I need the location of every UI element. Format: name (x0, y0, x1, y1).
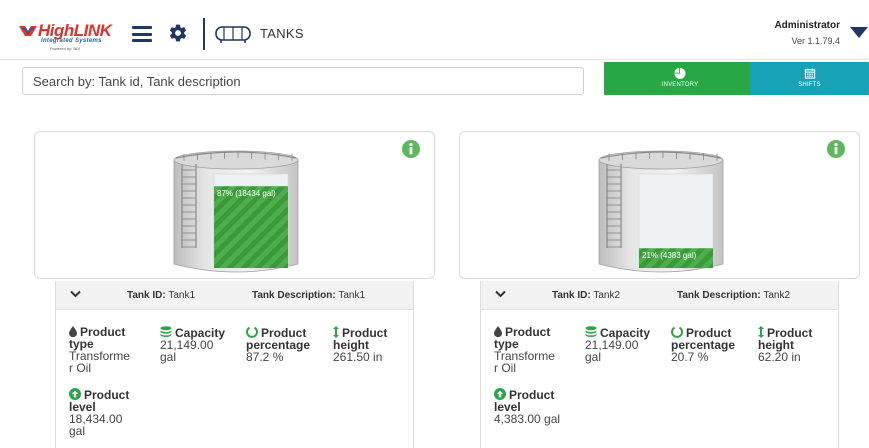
user-name[interactable]: Administrator (700, 20, 840, 31)
product-type-field: Product type Transforme r Oil (494, 326, 560, 374)
product-height-label: Product height (333, 326, 388, 352)
product-height-label: Product height (758, 326, 813, 352)
product-type-label: Product type (494, 325, 551, 351)
tank-card[interactable]: 87% (18434 gal) (34, 131, 435, 279)
arrow-up-circle-icon (494, 388, 506, 400)
tank-description-label: Tank Description: (252, 290, 336, 301)
product-percentage-field: Product percentage 87.2 % (246, 326, 322, 363)
tank-description-value: Tank2 (763, 290, 791, 301)
tank-details-header[interactable]: Tank ID: Tank2 Tank Description: Tank2 (481, 281, 838, 310)
tank-details-panel: Tank ID: Tank2 Tank Description: Tank2 P… (480, 281, 839, 448)
tank-id-label: Tank ID: (552, 290, 591, 301)
chevron-down-icon[interactable] (70, 290, 81, 298)
capacity-value: 21,149.00 gal (160, 338, 214, 364)
hamburger-icon[interactable] (132, 26, 152, 42)
product-height-field: Product height 62.20 in (758, 326, 838, 363)
app-version: Ver 1.1.79.4 (791, 36, 840, 46)
product-height-value: 261.50 in (333, 350, 383, 364)
arrow-up-circle-icon (69, 388, 81, 400)
product-level-value: 18,434.00 gal (69, 412, 123, 438)
tank-roof (598, 150, 724, 170)
product-percentage-field: Product percentage 20.7 % (671, 326, 747, 363)
tank-icon (215, 26, 251, 43)
tank-description-field: Tank Description: Tank2 (677, 290, 790, 301)
product-level-field: Product level 4,383.00 gal (494, 388, 564, 425)
circle-notch-icon (246, 326, 258, 338)
database-icon (160, 326, 172, 337)
tank-id-label: Tank ID: (127, 290, 166, 301)
arrows-vertical-icon (333, 326, 339, 338)
capacity-value: 21,149.00 gal (585, 338, 639, 364)
gear-icon[interactable] (168, 23, 188, 43)
chevron-down-icon[interactable] (495, 290, 506, 298)
tank-details-panel: Tank ID: Tank1 Tank Description: Tank1 P… (55, 281, 414, 448)
app-header: HighLINK Integrated Systems Powered by: … (0, 0, 869, 60)
capacity-field: Capacity 21,149.00 gal (585, 326, 655, 363)
logo-powered-by: Powered by: BDI (50, 46, 81, 51)
info-icon[interactable] (827, 140, 845, 158)
inventory-button[interactable]: INVENTORY (604, 62, 756, 95)
tank-details-header[interactable]: Tank ID: Tank1 Tank Description: Tank1 (56, 281, 413, 310)
inventory-label: INVENTORY (661, 82, 699, 88)
product-percentage-value: 20.7 % (671, 350, 709, 364)
shifts-button[interactable]: SHIFTS (750, 62, 869, 95)
tank-card[interactable]: 21% (4383 gal) (459, 131, 860, 279)
tank-fill-label: 87% (18434 gal) (217, 189, 276, 199)
logo-subtext: Integrated Systems (41, 38, 102, 44)
database-icon (585, 326, 597, 337)
logo-mark-icon (19, 26, 37, 36)
tank-fill-label: 21% (4383 gal) (642, 251, 697, 261)
product-level-field: Product level 18,434.00 gal (69, 388, 139, 437)
tank-id-value: Tank1 (168, 290, 196, 301)
info-icon[interactable] (402, 140, 420, 158)
tank-description-label: Tank Description: (677, 290, 761, 301)
droplet-icon (69, 326, 77, 337)
tank-id-field: Tank ID: Tank2 (552, 290, 620, 301)
product-level-value: 4,383.00 gal (494, 412, 561, 426)
chevron-down-icon[interactable] (850, 27, 868, 38)
calendar-icon (804, 68, 815, 79)
tank-description-field: Tank Description: Tank1 (252, 290, 365, 301)
search-input[interactable] (22, 67, 584, 95)
page-title: TANKS (260, 26, 304, 41)
product-type-label: Product type (69, 325, 126, 351)
pie-chart-icon (674, 68, 686, 79)
product-height-field: Product height 261.50 in (333, 326, 413, 363)
tank-id-field: Tank ID: Tank1 (127, 290, 195, 301)
product-type-value: Transforme r Oil (494, 349, 555, 375)
circle-notch-icon (671, 326, 683, 338)
product-height-value: 62.20 in (758, 350, 801, 364)
highlink-logo[interactable]: HighLINK Integrated Systems Powered by: … (18, 21, 120, 57)
tank-fill-bar (214, 186, 288, 268)
tank-id-value: Tank2 (593, 290, 621, 301)
tank-roof (173, 150, 299, 170)
capacity-field: Capacity 21,149.00 gal (160, 326, 230, 363)
arrows-vertical-icon (758, 326, 764, 338)
product-percentage-value: 87.2 % (246, 350, 284, 364)
product-type-field: Product type Transforme r Oil (69, 326, 135, 374)
header-divider (203, 18, 205, 50)
tank-graphic (173, 150, 299, 273)
tank-description-value: Tank1 (338, 290, 366, 301)
droplet-icon (494, 326, 502, 337)
shifts-label: SHIFTS (798, 82, 821, 88)
product-type-value: Transforme r Oil (69, 349, 130, 375)
